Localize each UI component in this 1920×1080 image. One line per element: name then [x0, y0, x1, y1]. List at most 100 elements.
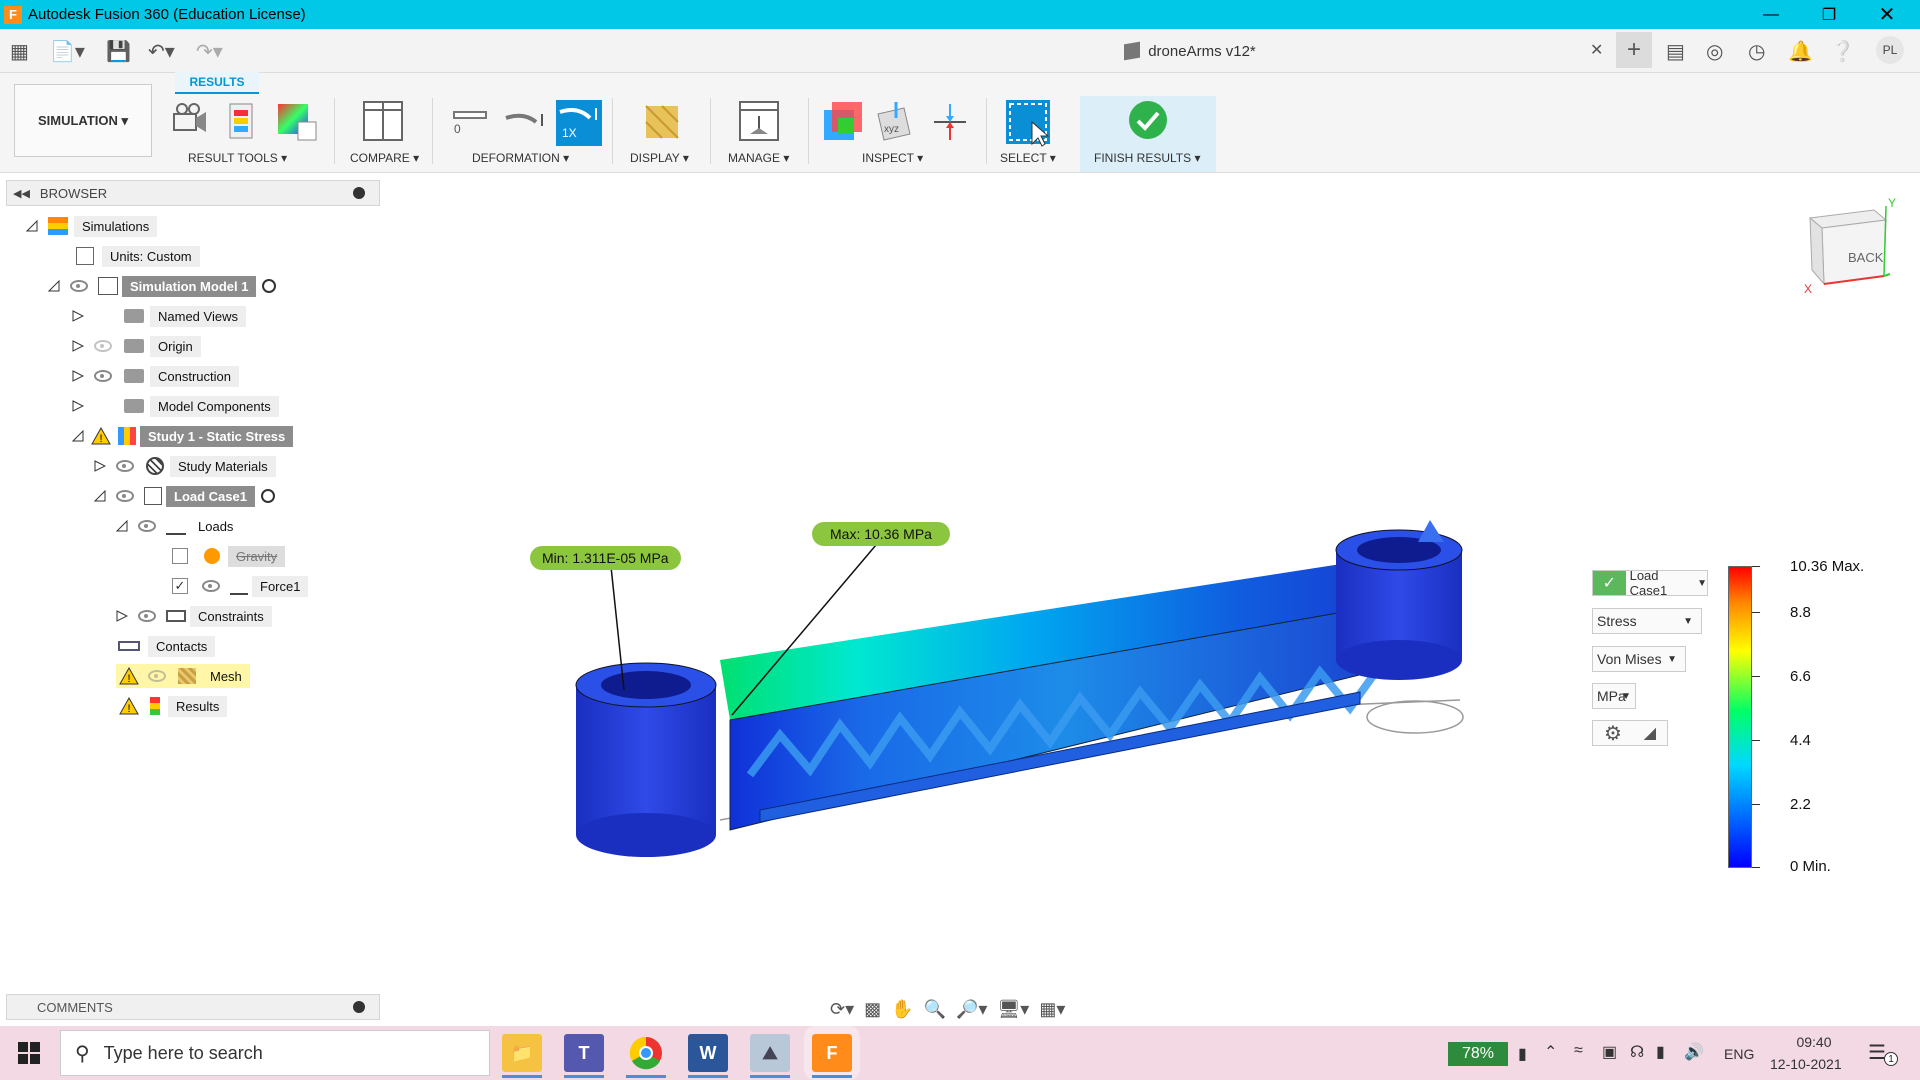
tree-item-model-components[interactable]: Model Components — [72, 394, 279, 418]
collapse-browser-icon[interactable]: ◀◀ — [13, 187, 30, 200]
visibility-eye-icon[interactable] — [70, 280, 88, 292]
browser-header[interactable]: ◀◀ BROWSER — [6, 180, 380, 206]
component-dropdown[interactable]: Von Mises ▼ — [1592, 646, 1686, 672]
expand-triangle-icon[interactable] — [72, 370, 84, 382]
tree-item-study-1[interactable]: ! Study 1 - Static Stress — [72, 424, 294, 448]
word-icon[interactable]: W — [688, 1034, 728, 1072]
microphone-icon[interactable]: ▮ — [1518, 1044, 1527, 1064]
visibility-eye-icon[interactable] — [116, 460, 134, 472]
group-finish-results[interactable]: FINISH RESULTS ▾ — [1094, 151, 1200, 165]
compare-icon[interactable] — [362, 100, 406, 144]
tree-item-simulation-model[interactable]: Simulation Model 1 — [48, 274, 277, 298]
volume-icon[interactable]: 🔊 — [1684, 1042, 1704, 1062]
expand-triangle-icon[interactable] — [116, 610, 128, 622]
orbit-icon[interactable]: ⟳▾ — [830, 999, 854, 1020]
tree-item-study-materials[interactable]: Study Materials — [94, 454, 276, 478]
deformation-adjusted-icon[interactable] — [504, 100, 546, 144]
tree-item-constraints[interactable]: Constraints — [116, 604, 272, 628]
chrome-icon[interactable] — [626, 1034, 666, 1072]
browser-pin-icon[interactable] — [353, 187, 365, 199]
windows-start-icon[interactable] — [18, 1042, 40, 1064]
extensions-icon[interactable]: ◎ — [1706, 39, 1723, 64]
expand-triangle-icon[interactable] — [72, 400, 84, 412]
look-at-icon[interactable]: ▩ — [864, 999, 881, 1020]
min-probe-label[interactable]: Min: 1.311E-05 MPa — [530, 546, 681, 570]
close-tab-icon[interactable]: ✕ — [1590, 40, 1603, 60]
clock-time[interactable]: 09:40 — [1786, 1034, 1842, 1050]
file-explorer-icon[interactable]: 📁 — [502, 1034, 542, 1072]
collapse-triangle-icon[interactable] — [94, 490, 106, 502]
visibility-eye-icon[interactable] — [138, 610, 156, 622]
undo-icon[interactable]: ↶▾ — [148, 39, 175, 64]
legend-settings-gear-icon[interactable]: ⚙ — [1604, 721, 1622, 746]
collapse-triangle-icon[interactable] — [72, 430, 84, 442]
gravity-checkbox[interactable] — [172, 548, 188, 564]
max-probe-label[interactable]: Max: 10.36 MPa — [812, 522, 950, 546]
group-result-tools[interactable]: RESULT TOOLS ▾ — [188, 151, 287, 165]
tree-item-mesh[interactable]: ! Mesh — [116, 664, 250, 688]
user-avatar[interactable]: PL — [1876, 36, 1904, 64]
tree-item-construction[interactable]: Construction — [72, 364, 239, 388]
display-settings-icon[interactable]: 🖥▾ — [997, 999, 1029, 1020]
tree-item-units[interactable]: Units: Custom — [76, 244, 200, 268]
expand-triangle-icon[interactable] — [94, 460, 106, 472]
mic-icon[interactable]: ☊ — [1630, 1042, 1644, 1062]
tree-item-gravity[interactable]: Gravity — [164, 544, 286, 568]
expand-triangle-icon[interactable] — [72, 310, 84, 322]
group-compare[interactable]: COMPARE ▾ — [350, 151, 419, 165]
taskbar-search-box[interactable]: ⚲ Type here to search — [60, 1030, 490, 1076]
result-type-dropdown[interactable]: Stress ▼ — [1592, 608, 1702, 634]
surface-probes-icon[interactable]: xyz — [874, 100, 914, 144]
tree-item-named-views[interactable]: Named Views — [72, 304, 246, 328]
teams-icon[interactable]: T — [564, 1034, 604, 1072]
manage-icon[interactable] — [738, 100, 780, 144]
group-display[interactable]: DISPLAY ▾ — [630, 151, 689, 165]
battery-indicator[interactable]: 78% — [1448, 1042, 1508, 1066]
display-icon[interactable] — [644, 100, 680, 144]
pan-hand-icon[interactable]: ✋ — [891, 999, 913, 1020]
report-icon[interactable] — [226, 100, 260, 144]
tree-item-loads[interactable]: Loads — [116, 514, 241, 538]
visibility-eye-icon[interactable] — [116, 490, 134, 502]
new-tab-button[interactable]: + — [1616, 32, 1652, 68]
animate-icon[interactable] — [172, 100, 210, 144]
file-menu-icon[interactable]: 📄▾ — [50, 39, 85, 64]
grid-settings-icon[interactable]: ▦▾ — [1039, 999, 1065, 1020]
group-manage[interactable]: MANAGE ▾ — [728, 151, 789, 165]
group-inspect[interactable]: INSPECT ▾ — [862, 151, 923, 165]
language-indicator[interactable]: ENG — [1724, 1046, 1754, 1062]
redo-icon[interactable]: ↷▾ — [196, 39, 223, 64]
viewcube[interactable]: BACK X Y — [1800, 196, 1900, 296]
tree-item-force1[interactable]: ✓ Force1 — [164, 574, 309, 598]
comments-header[interactable]: COMMENTS — [6, 994, 380, 1020]
job-status-icon[interactable]: ◷ — [1748, 39, 1765, 64]
minimize-button[interactable]: — — [1742, 0, 1800, 29]
zoom-icon[interactable]: 🔍 — [924, 999, 946, 1020]
tree-item-contacts[interactable]: Contacts — [118, 634, 216, 658]
wifi-icon[interactable]: ≈ — [1574, 1042, 1583, 1060]
activate-radio-icon[interactable] — [262, 279, 277, 293]
fit-icon[interactable]: 🔎▾ — [956, 999, 987, 1020]
stress-model-viewport[interactable] — [560, 520, 1480, 880]
help-icon[interactable]: ❔ — [1830, 39, 1855, 64]
restore-button[interactable]: ❐ — [1800, 0, 1858, 29]
tab-results[interactable]: RESULTS — [175, 72, 259, 94]
load-case-dropdown[interactable]: ✓ Load Case1 ▼ — [1592, 568, 1708, 598]
battery-charging-icon[interactable]: ▮ — [1656, 1042, 1665, 1062]
collapse-triangle-icon[interactable] — [26, 220, 38, 232]
visibility-eye-icon[interactable] — [202, 580, 220, 592]
visibility-eye-icon[interactable] — [138, 520, 156, 532]
workspace-switcher-button[interactable]: SIMULATION ▾ — [14, 84, 152, 157]
app-grid-icon[interactable]: ▦ — [10, 39, 29, 64]
collapse-triangle-icon[interactable] — [116, 520, 128, 532]
hidden-eye-icon[interactable] — [94, 340, 112, 352]
probes-icon[interactable] — [822, 100, 866, 144]
show-hidden-icons-chevron-icon[interactable]: ⌃ — [1544, 1042, 1557, 1062]
group-select[interactable]: SELECT ▾ — [1000, 151, 1056, 165]
visibility-eye-icon[interactable] — [94, 370, 112, 382]
photos-icon[interactable]: ⛰ — [750, 1034, 790, 1072]
compare-results-icon[interactable] — [276, 100, 318, 144]
close-window-button[interactable]: ✕ — [1858, 0, 1916, 29]
camera-icon[interactable]: ▣ — [1602, 1042, 1617, 1062]
add-comment-icon[interactable] — [353, 1001, 365, 1013]
